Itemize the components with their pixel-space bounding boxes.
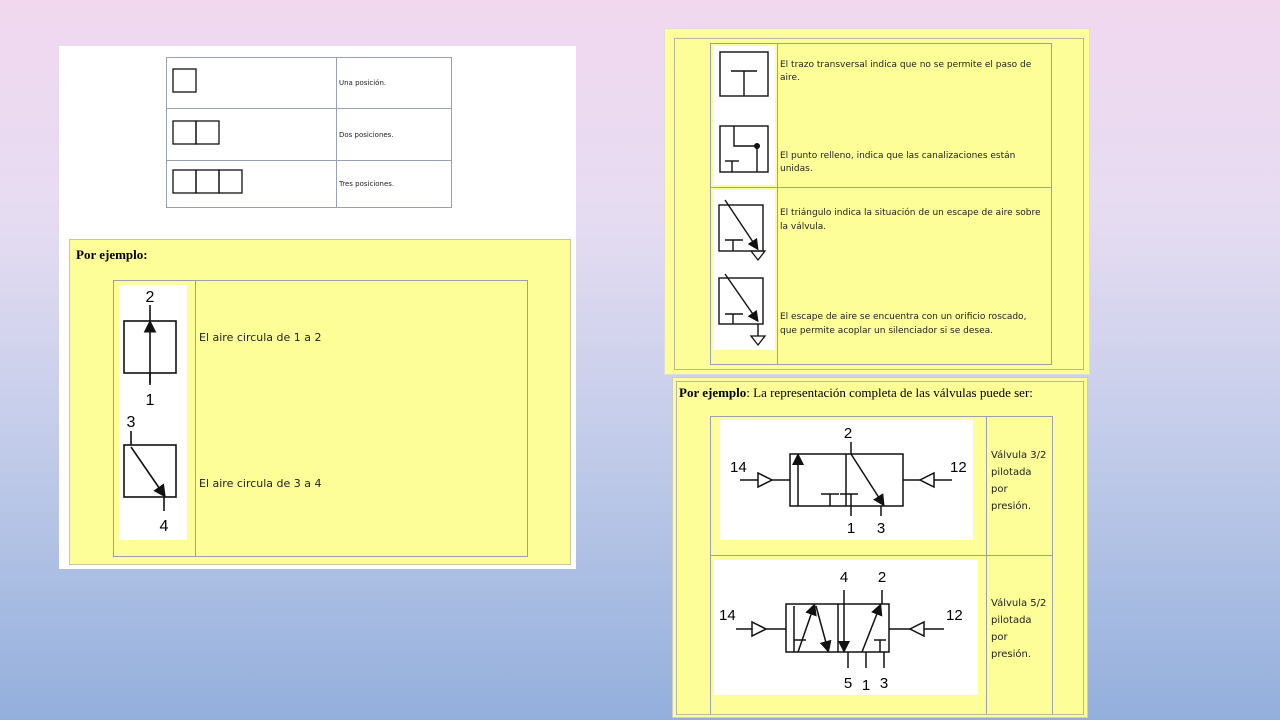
valve52-port-4: 4 xyxy=(840,569,848,586)
two-position-label: Dos posiciones. xyxy=(336,108,452,161)
exhaust-port-text: El escape de aire se encuentra con un or… xyxy=(780,312,1027,336)
closed-port-symbols xyxy=(719,51,769,173)
port-1-label: 1 xyxy=(146,392,155,409)
positions-table: Una posición. Dos posiciones. Tres posic… xyxy=(166,57,452,208)
valve32-port-3: 3 xyxy=(877,520,885,537)
valve-3-2-diagram: 14 2 1 3 12 xyxy=(730,425,967,537)
example-heading-right-bold: Por ejemplo xyxy=(679,385,747,400)
three-position-symbol-cell xyxy=(166,160,337,208)
port-3-label: 3 xyxy=(127,414,136,431)
cross-stroke-text: El trazo transversal indica que no se pe… xyxy=(780,60,1032,83)
valve32-port-12: 12 xyxy=(950,459,967,476)
valve-5-2-label: Válvula 5/2 pilotada por presión. xyxy=(991,598,1047,660)
one-position-symbol xyxy=(172,68,197,93)
valve32-port-14: 14 xyxy=(730,459,747,476)
three-position-symbol xyxy=(172,169,243,194)
valve52-port-1: 1 xyxy=(862,677,870,694)
example-text-3-4: El aire circula de 3 a 4 xyxy=(199,477,322,490)
exhaust-symbols xyxy=(718,199,767,347)
example-heading-right-rest: : La representación completa de las válv… xyxy=(746,385,1033,400)
valve-symbols-column: 2 1 3 4 xyxy=(119,285,187,540)
example-heading-left: Por ejemplo: xyxy=(76,247,148,262)
example-table-left: 2 1 3 4 El aire circula de 1 a 2 El aire… xyxy=(113,280,528,557)
example-heading-right: Por ejemplo: La representación completa … xyxy=(679,385,1033,401)
symbols-panel: El trazo transversal indica que no se pe… xyxy=(664,28,1090,375)
valve52-port-3: 3 xyxy=(880,675,888,692)
valve-3-2-label: Válvula 3/2 pilotada por presión. xyxy=(991,450,1047,512)
valve52-port-5: 5 xyxy=(844,675,852,692)
example-text-1-2: El aire circula de 1 a 2 xyxy=(199,331,322,344)
valve-1-2-diagram: 2 1 3 4 xyxy=(123,289,177,535)
valve52-port-12: 12 xyxy=(946,607,963,624)
three-position-label: Tres posiciones. xyxy=(336,160,452,208)
filled-dot-text: El punto relleno, indica que las canaliz… xyxy=(780,151,1016,174)
valve-5-2-diagram: 14 4 2 5 1 3 12 xyxy=(719,569,963,694)
port-4-label: 4 xyxy=(160,518,169,535)
valve52-port-2: 2 xyxy=(878,569,886,586)
valve32-port-2: 2 xyxy=(844,425,852,442)
two-position-symbol xyxy=(172,119,220,145)
example-box-left: Por ejemplo: 2 1 3 4 El aire circula de … xyxy=(69,239,571,565)
one-position-label: Una posición. xyxy=(336,57,452,109)
valve32-port-1: 1 xyxy=(847,520,855,537)
port-2-label: 2 xyxy=(146,289,155,306)
two-position-symbol-cell xyxy=(166,108,337,161)
example-box-right: Por ejemplo: La representación completa … xyxy=(672,377,1088,718)
triangle-text: El triángulo indica la situación de un e… xyxy=(780,208,1041,232)
left-panel: Una posición. Dos posiciones. Tres posic… xyxy=(59,46,576,569)
symbols-table: El trazo transversal indica que no se pe… xyxy=(710,43,1052,365)
valves-table: 14 2 1 3 12 Válvula 3/2 pilotada por pre… xyxy=(710,416,1053,714)
valve52-port-14: 14 xyxy=(719,607,736,624)
one-position-symbol-cell xyxy=(166,57,337,109)
